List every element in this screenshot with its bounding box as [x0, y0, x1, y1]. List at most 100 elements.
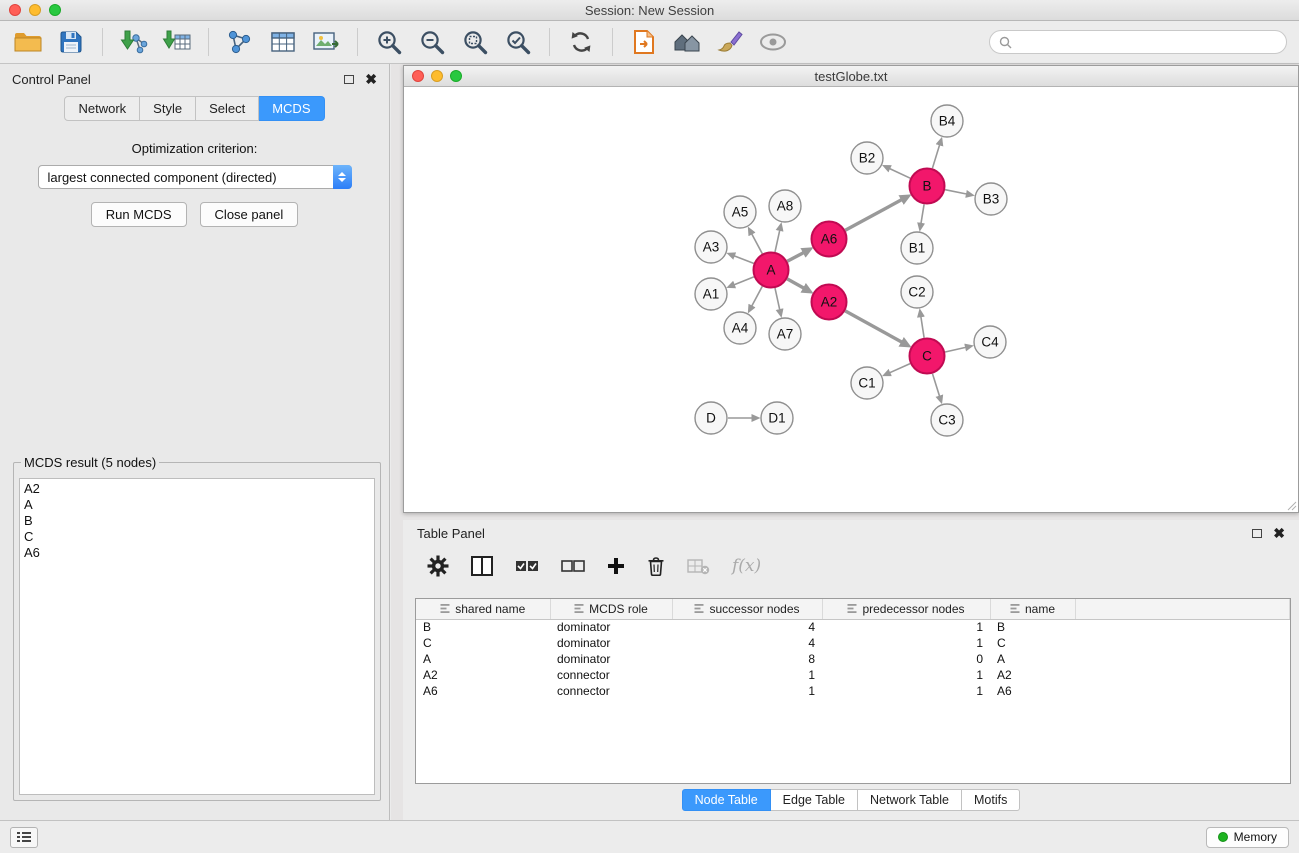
node-C2[interactable]: C2 [901, 276, 933, 308]
edge-B-B3[interactable] [945, 190, 966, 194]
show-columns-button[interactable] [471, 556, 493, 576]
show-hide-button[interactable] [755, 25, 791, 59]
tab-network-table[interactable]: Network Table [858, 789, 962, 811]
node-A3[interactable]: A3 [695, 231, 727, 263]
import-network-button[interactable] [116, 25, 152, 59]
select-all-button[interactable] [515, 559, 539, 573]
cell-shared-name[interactable]: A6 [416, 683, 550, 699]
open-session-button[interactable] [10, 25, 46, 59]
deselect-all-button[interactable] [561, 559, 585, 573]
run-mcds-button[interactable]: Run MCDS [91, 202, 187, 227]
mcds-result-list[interactable]: A2ABCA6 [19, 478, 375, 795]
node-B2[interactable]: B2 [851, 142, 883, 174]
float-panel-icon[interactable] [344, 75, 354, 84]
node-C[interactable]: C [910, 339, 945, 374]
zoom-selected-button[interactable] [500, 25, 536, 59]
node-B4[interactable]: B4 [931, 105, 963, 137]
tab-select[interactable]: Select [196, 96, 259, 121]
column-header-name[interactable]: name [990, 599, 1075, 619]
column-header-successor-nodes[interactable]: successor nodes [672, 599, 822, 619]
tab-edge-table[interactable]: Edge Table [771, 789, 858, 811]
node-B3[interactable]: B3 [975, 183, 1007, 215]
edge-A-A8[interactable] [775, 230, 780, 252]
node-C4[interactable]: C4 [974, 326, 1006, 358]
node-A1[interactable]: A1 [695, 278, 727, 310]
zoom-out-button[interactable] [414, 25, 450, 59]
node-A6[interactable]: A6 [812, 222, 847, 257]
node-D[interactable]: D [695, 402, 727, 434]
cell-mcds-role[interactable]: dominator [550, 619, 672, 635]
search-input[interactable] [1017, 35, 1277, 49]
cell-name[interactable]: B [990, 619, 1075, 635]
edge-A-A1[interactable] [734, 277, 754, 285]
search-field[interactable] [989, 30, 1287, 54]
cell-name[interactable]: A2 [990, 667, 1075, 683]
node-C1[interactable]: C1 [851, 367, 883, 399]
cell-mcds-role[interactable]: dominator [550, 651, 672, 667]
cell-successor-nodes[interactable]: 4 [672, 619, 822, 635]
result-item[interactable]: B [24, 513, 370, 529]
edge-A2-C[interactable] [845, 311, 901, 342]
table-row[interactable]: Cdominator41C [416, 635, 1290, 651]
minimize-network-window-button[interactable] [431, 70, 443, 82]
zoom-network-window-button[interactable] [450, 70, 462, 82]
cell-successor-nodes[interactable]: 1 [672, 683, 822, 699]
close-network-window-button[interactable] [412, 70, 424, 82]
cell-predecessor-nodes[interactable]: 1 [822, 619, 990, 635]
cell-mcds-role[interactable]: connector [550, 683, 672, 699]
cell-shared-name[interactable]: A [416, 651, 550, 667]
close-panel-icon[interactable]: ✖ [365, 72, 377, 86]
node-C3[interactable]: C3 [931, 404, 963, 436]
cell-successor-nodes[interactable]: 8 [672, 651, 822, 667]
task-history-button[interactable] [10, 827, 38, 848]
column-header-shared-name[interactable]: shared name [416, 599, 550, 619]
edge-C-C1[interactable] [890, 364, 910, 373]
add-column-button[interactable] [607, 557, 625, 575]
cell-predecessor-nodes[interactable]: 1 [822, 635, 990, 651]
node-A7[interactable]: A7 [769, 318, 801, 350]
node-B[interactable]: B [910, 169, 945, 204]
edge-A-A4[interactable] [752, 286, 763, 306]
close-table-panel-icon[interactable]: ✖ [1273, 526, 1285, 540]
cell-predecessor-nodes[interactable]: 1 [822, 683, 990, 699]
edge-C-C2[interactable] [921, 317, 924, 338]
apply-style-button[interactable] [712, 25, 748, 59]
save-session-button[interactable] [53, 25, 89, 59]
network-canvas[interactable]: B4B2BB3A8A5A6A3B1AC2A1A2A4A7C4CC1C3DD1 [404, 88, 1298, 512]
table-row[interactable]: Adominator80A [416, 651, 1290, 667]
cell-predecessor-nodes[interactable]: 1 [822, 667, 990, 683]
cell-name[interactable]: C [990, 635, 1075, 651]
first-neighbors-button[interactable] [669, 25, 705, 59]
edge-B-B4[interactable] [932, 145, 939, 168]
import-table-button[interactable] [159, 25, 195, 59]
table-row[interactable]: A6connector11A6 [416, 683, 1290, 699]
node-A5[interactable]: A5 [724, 196, 756, 228]
network-window-titlebar[interactable]: testGlobe.txt [404, 66, 1298, 87]
cell-shared-name[interactable]: C [416, 635, 550, 651]
minimize-window-button[interactable] [29, 4, 41, 16]
edge-C-C3[interactable] [933, 374, 940, 396]
table-settings-button[interactable] [427, 555, 449, 577]
cell-successor-nodes[interactable]: 4 [672, 635, 822, 651]
memory-button[interactable]: Memory [1206, 827, 1289, 848]
node-D1[interactable]: D1 [761, 402, 793, 434]
close-panel-button[interactable]: Close panel [200, 202, 299, 227]
node-A2[interactable]: A2 [812, 285, 847, 320]
zoom-fit-button[interactable] [457, 25, 493, 59]
close-window-button[interactable] [9, 4, 21, 16]
network-graph[interactable]: B4B2BB3A8A5A6A3B1AC2A1A2A4A7C4CC1C3DD1 [404, 88, 1298, 512]
edge-A-A7[interactable] [775, 288, 780, 310]
float-table-panel-icon[interactable] [1252, 529, 1262, 538]
node-A4[interactable]: A4 [724, 312, 756, 344]
new-table-button[interactable] [265, 25, 301, 59]
tab-style[interactable]: Style [140, 96, 196, 121]
delete-columns-button[interactable] [647, 556, 665, 576]
column-header-mcds-role[interactable]: MCDS role [550, 599, 672, 619]
edge-B-B1[interactable] [921, 204, 924, 223]
table-row[interactable]: Bdominator41B [416, 619, 1290, 635]
tab-mcds[interactable]: MCDS [259, 96, 324, 121]
zoom-in-button[interactable] [371, 25, 407, 59]
network-snapshot-button[interactable] [626, 25, 662, 59]
export-image-button[interactable] [308, 25, 344, 59]
edge-A-A3[interactable] [734, 256, 753, 264]
